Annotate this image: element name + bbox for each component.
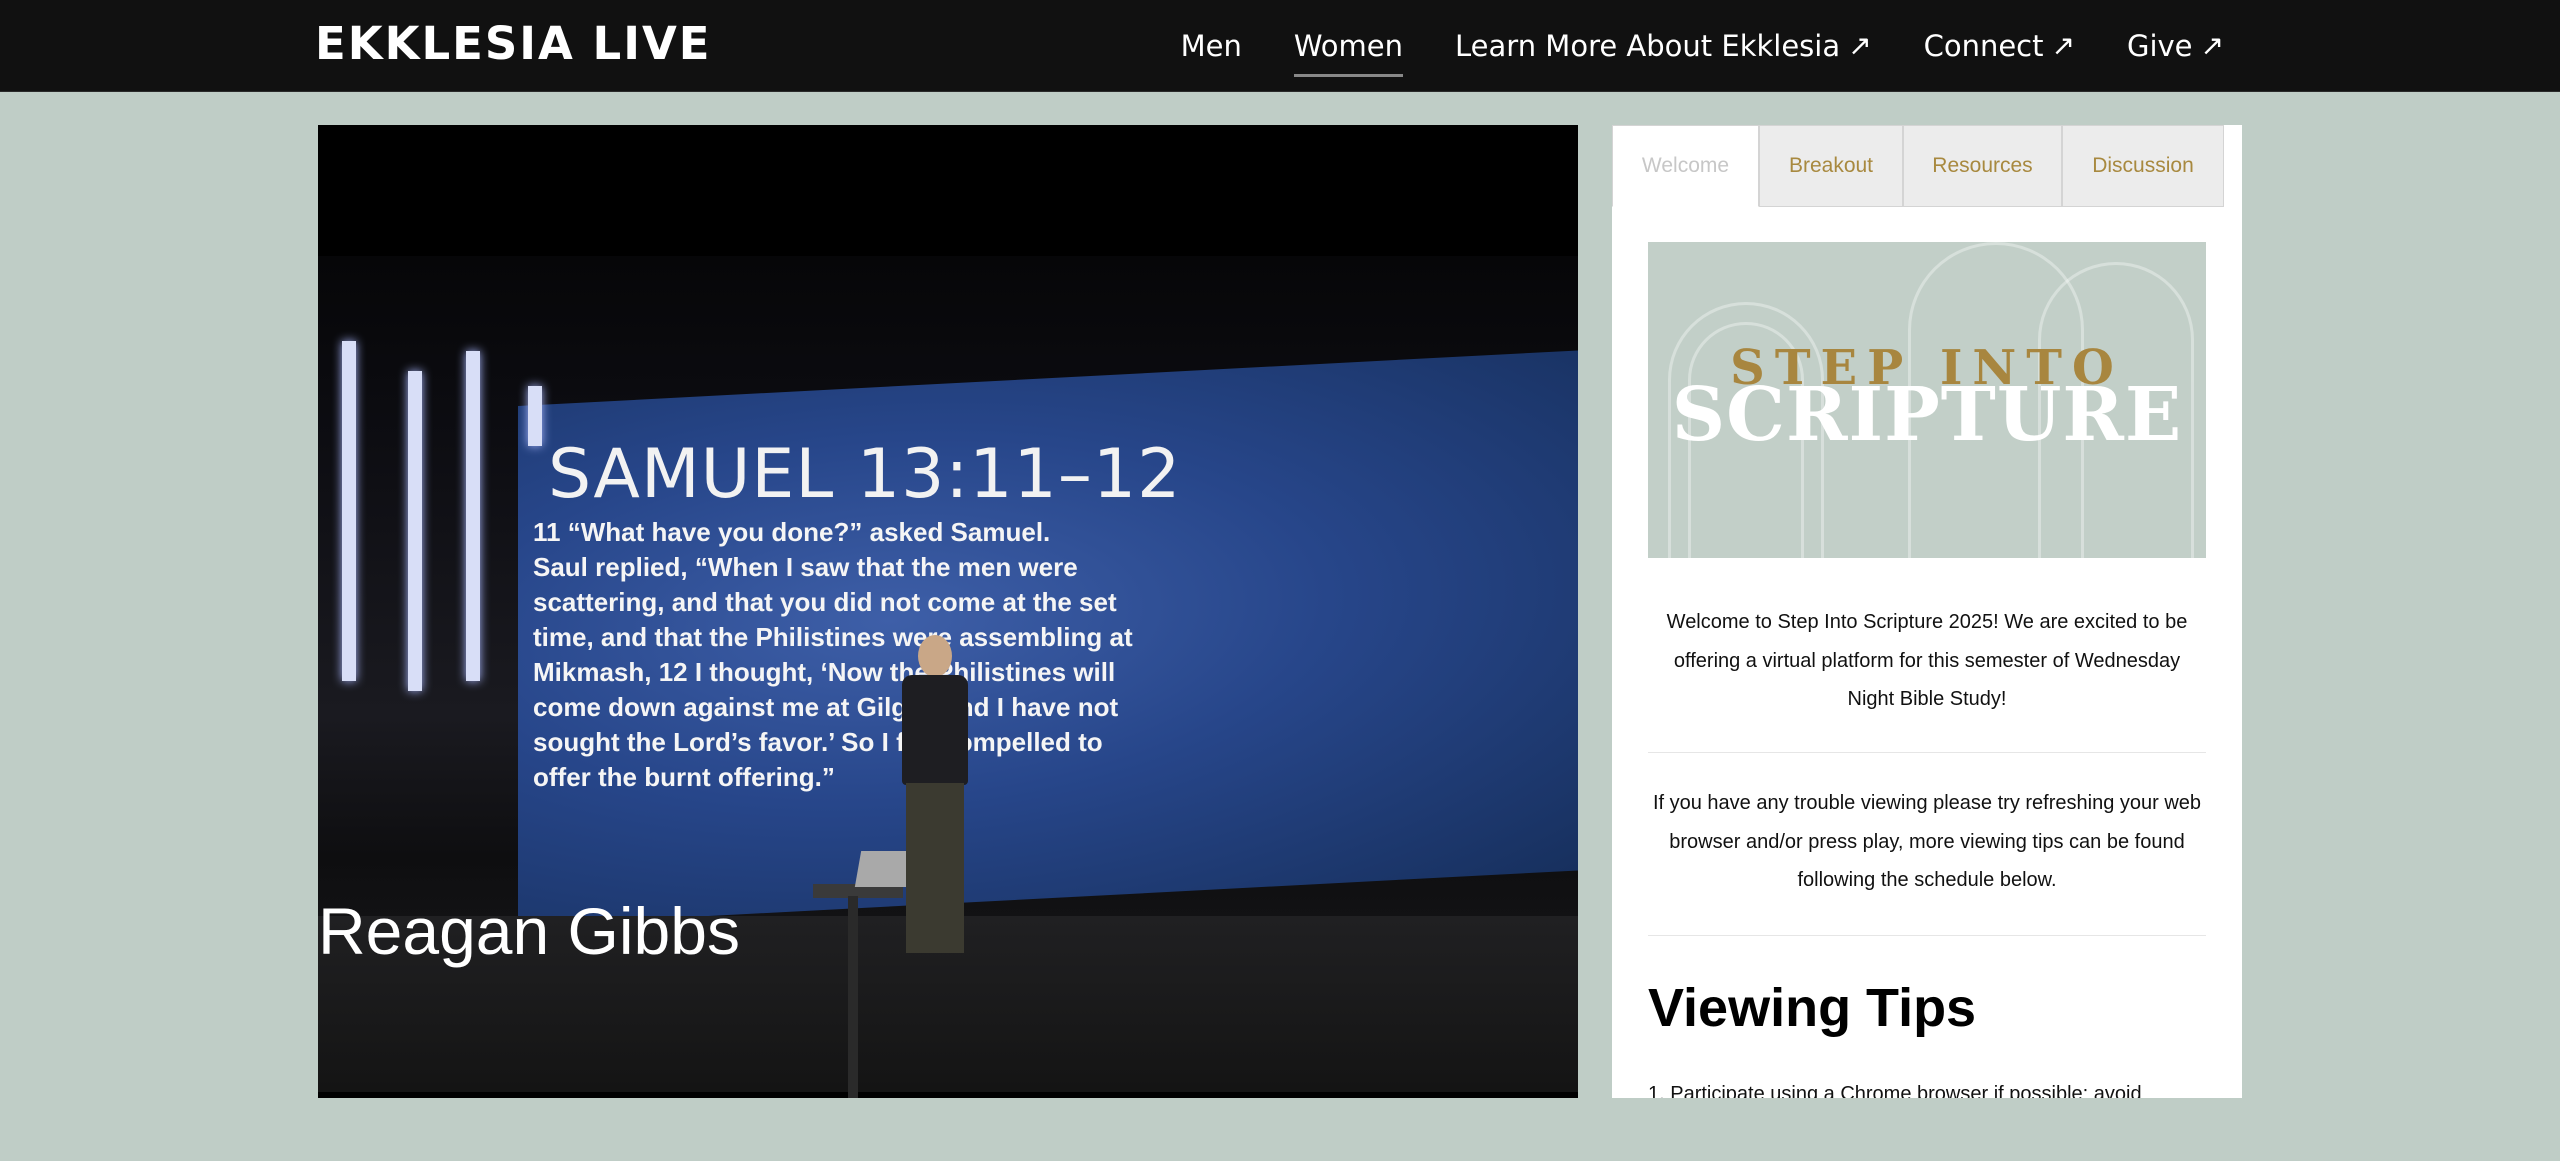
info-panel: Welcome Breakout Resources Discussion ST… (1612, 125, 2242, 1098)
nav-item-learn-more[interactable]: Learn More About Ekklesia ↗ (1455, 26, 1872, 66)
divider (1648, 935, 2206, 936)
tab-welcome[interactable]: Welcome (1612, 125, 1759, 207)
screen-verse-title: SAMUEL 13:11–12 (548, 435, 1182, 514)
external-link-icon: ↗ (2051, 28, 2075, 62)
nav-label: Give (2126, 28, 2193, 63)
nav-label: Women (1293, 28, 1404, 63)
external-link-icon: ↗ (1848, 28, 1872, 62)
viewing-tips-heading: Viewing Tips (1648, 978, 1977, 1038)
stage-light (408, 371, 422, 691)
tab-breakout[interactable]: Breakout (1759, 125, 1903, 207)
tip-list-item: 1. Participate using a Chrome browser if… (1648, 1083, 2142, 1098)
nav-item-connect[interactable]: Connect ↗ (1924, 26, 2075, 66)
video-player[interactable]: SAMUEL 13:11–12 11 “What have you done?”… (318, 125, 1578, 1098)
stage-light (342, 341, 356, 681)
nav-label: Learn More About Ekklesia (1455, 28, 1841, 63)
nav-label: Men (1180, 28, 1242, 63)
tab-resources[interactable]: Resources (1903, 125, 2062, 207)
site-logo[interactable]: EKKLESIA LIVE (315, 14, 712, 74)
step-into-scripture-banner: STEP INTO SCRIPTURE (1648, 242, 2206, 558)
nav-item-women[interactable]: Women (1293, 26, 1404, 77)
divider (1648, 752, 2206, 753)
nav-item-give[interactable]: Give ↗ (2127, 26, 2224, 66)
welcome-paragraph: Welcome to Step Into Scripture 2025! We … (1666, 611, 2188, 710)
tab-discussion[interactable]: Discussion (2062, 125, 2224, 207)
panel-tabs: Welcome Breakout Resources Discussion (1612, 125, 2224, 207)
speaker-figure (888, 635, 978, 975)
nav-label: Connect (1923, 28, 2044, 63)
lectern-stand (848, 896, 858, 1098)
stage-light (466, 351, 480, 681)
nav-item-men[interactable]: Men (1181, 26, 1242, 66)
stage-light (528, 386, 542, 446)
top-navbar: EKKLESIA LIVE Men Women Learn More About… (0, 0, 2560, 92)
main-nav: Men Women Learn More About Ekklesia ↗ Co… (1181, 0, 2224, 91)
trouble-paragraph: If you have any trouble viewing please t… (1652, 792, 2202, 891)
banner-title-bottom: SCRIPTURE (1671, 372, 2183, 458)
speaker-name-caption: Reagan Gibbs (318, 894, 740, 968)
external-link-icon: ↗ (2200, 28, 2224, 62)
